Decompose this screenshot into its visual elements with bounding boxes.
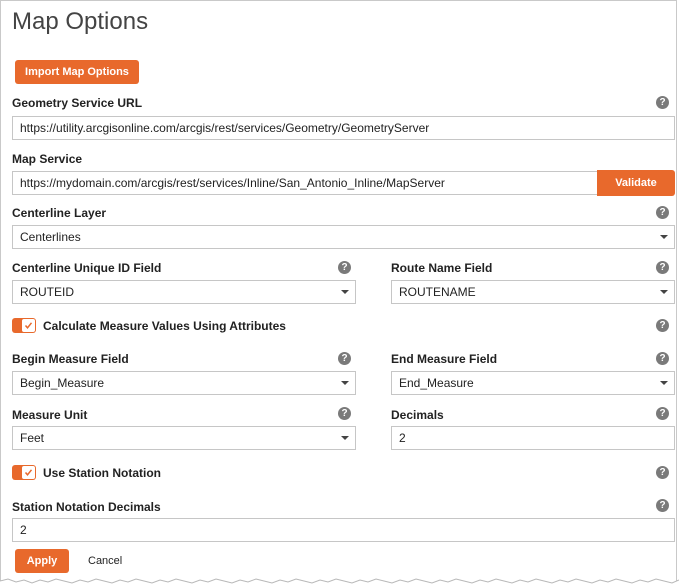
import-map-options-button[interactable]: Import Map Options — [15, 60, 139, 84]
route-name-field-select[interactable]: ROUTENAME — [391, 280, 675, 304]
route-name-field-label: Route Name Field — [391, 261, 493, 275]
route-name-field-value: ROUTENAME — [399, 285, 476, 299]
station-decimals-label: Station Notation Decimals — [12, 500, 161, 514]
end-measure-help-icon[interactable]: ? — [656, 352, 669, 365]
calculate-measure-help-icon[interactable]: ? — [656, 319, 669, 332]
calculate-measure-toggle[interactable] — [12, 318, 36, 333]
station-notation-label: Use Station Notation — [43, 466, 162, 480]
geometry-service-url-input[interactable] — [20, 121, 674, 135]
measure-unit-select[interactable]: Feet — [12, 426, 356, 450]
begin-measure-field-value: Begin_Measure — [20, 376, 105, 390]
chevron-down-icon — [660, 235, 668, 239]
checkmark-icon — [22, 319, 35, 332]
centerline-id-help-icon[interactable]: ? — [338, 261, 351, 274]
centerline-layer-help-icon[interactable]: ? — [656, 206, 669, 219]
map-service-input[interactable] — [20, 176, 597, 190]
begin-measure-help-icon[interactable]: ? — [338, 352, 351, 365]
calculate-measure-label: Calculate Measure Values Using Attribute… — [43, 319, 286, 333]
station-notation-help-icon[interactable]: ? — [656, 466, 669, 479]
measure-unit-help-icon[interactable]: ? — [338, 407, 351, 420]
measure-unit-label: Measure Unit — [12, 408, 88, 422]
map-service-label: Map Service — [12, 152, 83, 166]
station-notation-toggle[interactable] — [12, 465, 36, 480]
apply-button[interactable]: Apply — [15, 549, 69, 573]
chevron-down-icon — [660, 290, 668, 294]
geometry-service-url-label: Geometry Service URL — [12, 96, 143, 110]
decimals-input[interactable] — [399, 431, 674, 445]
geometry-service-url-field[interactable] — [12, 116, 675, 140]
centerline-layer-label: Centerline Layer — [12, 206, 107, 220]
station-decimals-field[interactable] — [12, 518, 675, 542]
centerline-id-field-select[interactable]: ROUTEID — [12, 280, 356, 304]
end-measure-field-value: End_Measure — [399, 376, 474, 390]
torn-edge — [0, 578, 679, 584]
end-measure-field-label: End Measure Field — [391, 352, 498, 366]
centerline-layer-value: Centerlines — [20, 230, 81, 244]
station-decimals-input[interactable] — [20, 523, 674, 537]
station-decimals-help-icon[interactable]: ? — [656, 499, 669, 512]
validate-button[interactable]: Validate — [597, 170, 675, 196]
measure-unit-value: Feet — [20, 431, 45, 445]
checkmark-icon — [22, 466, 35, 479]
centerline-id-field-value: ROUTEID — [20, 285, 74, 299]
cancel-button[interactable]: Cancel — [88, 555, 122, 567]
centerline-layer-select[interactable]: Centerlines — [12, 225, 675, 249]
end-measure-field-select[interactable]: End_Measure — [391, 371, 675, 395]
begin-measure-field-label: Begin Measure Field — [12, 352, 129, 366]
route-name-help-icon[interactable]: ? — [656, 261, 669, 274]
chevron-down-icon — [341, 436, 349, 440]
chevron-down-icon — [341, 290, 349, 294]
decimals-field[interactable] — [391, 426, 675, 450]
geometry-service-help-icon[interactable]: ? — [656, 96, 669, 109]
map-service-field[interactable] — [12, 171, 598, 195]
decimals-label: Decimals — [391, 408, 444, 422]
chevron-down-icon — [341, 381, 349, 385]
centerline-id-field-label: Centerline Unique ID Field — [12, 261, 162, 275]
begin-measure-field-select[interactable]: Begin_Measure — [12, 371, 356, 395]
chevron-down-icon — [660, 381, 668, 385]
decimals-help-icon[interactable]: ? — [656, 407, 669, 420]
page-title: Map Options — [12, 8, 149, 35]
